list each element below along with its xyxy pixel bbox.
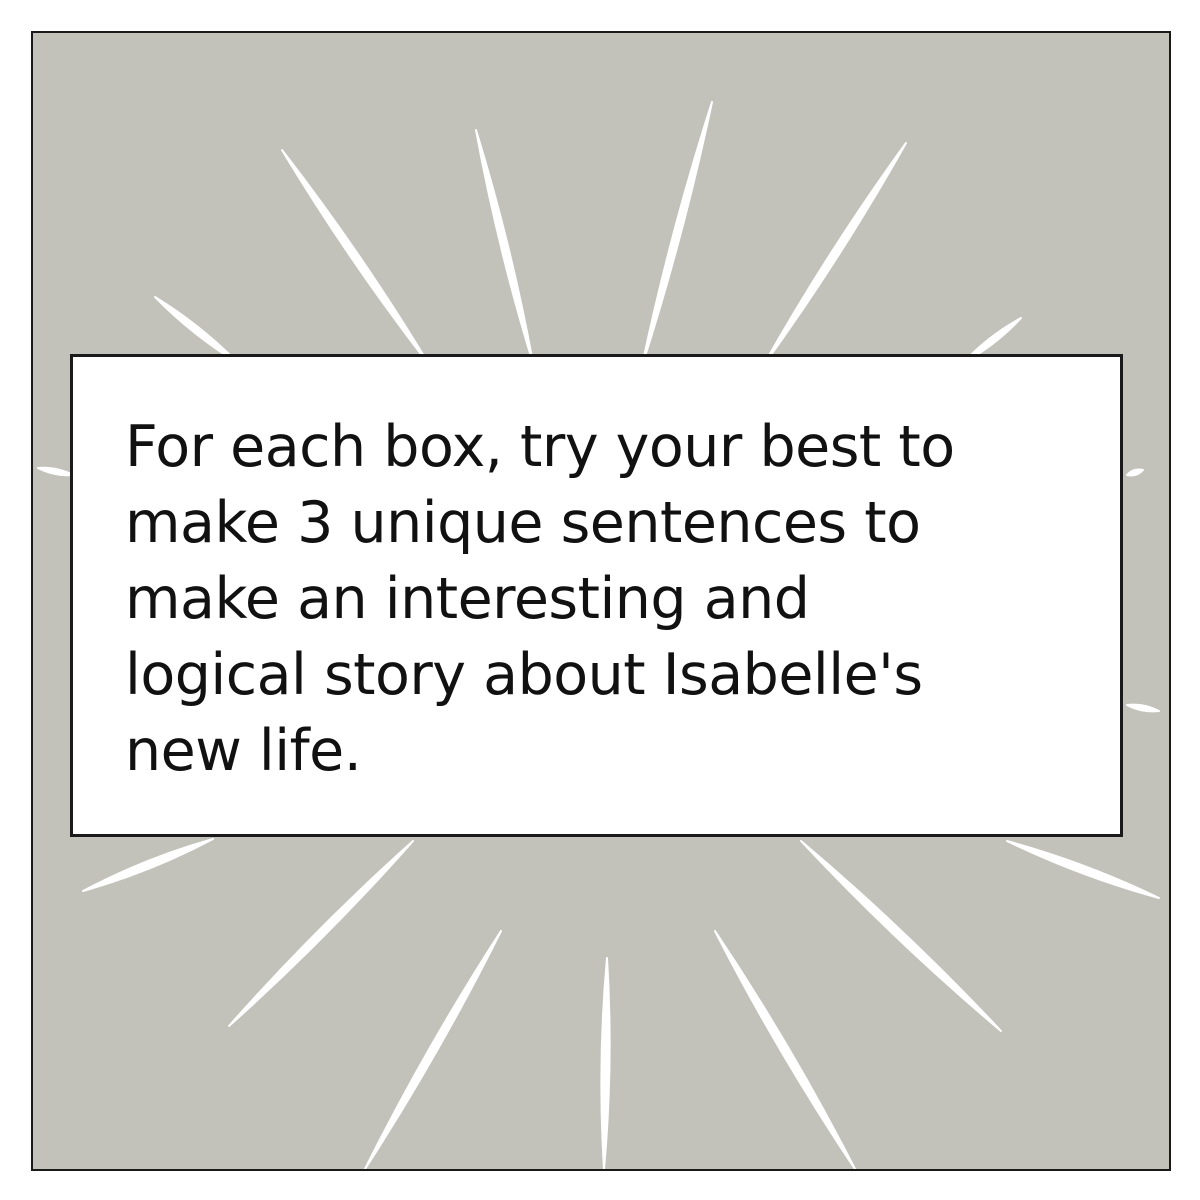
instruction-line: new life. [125,718,362,784]
sunburst-ray [1126,703,1160,713]
sunburst-ray [228,840,414,1027]
sunburst-ray [800,840,1002,1032]
sunburst-ray [82,838,214,892]
instruction-line: make an interesting and [125,566,810,632]
sunburst-ray [281,149,431,367]
sunburst-ray [762,142,907,367]
instruction-line: logical story about Isabelle's [125,642,923,708]
sunburst-ray [1006,840,1160,899]
page: For each box, try your best to make 3 un… [0,0,1200,1200]
sunburst-ray [364,930,502,1169]
instruction-line: For each box, try your best to [125,414,955,480]
sunburst-ray [600,957,611,1169]
instruction-text: For each box, try your best to make 3 un… [125,409,1065,789]
sunburst-ray [37,466,74,477]
sunburst-ray [641,101,713,367]
instruction-line: make 3 unique sentences to [125,490,921,556]
sunburst-ray [1126,468,1144,477]
sunburst-ray [714,930,856,1169]
sunburst-ray [475,129,534,364]
instruction-box: For each box, try your best to make 3 un… [70,354,1123,837]
